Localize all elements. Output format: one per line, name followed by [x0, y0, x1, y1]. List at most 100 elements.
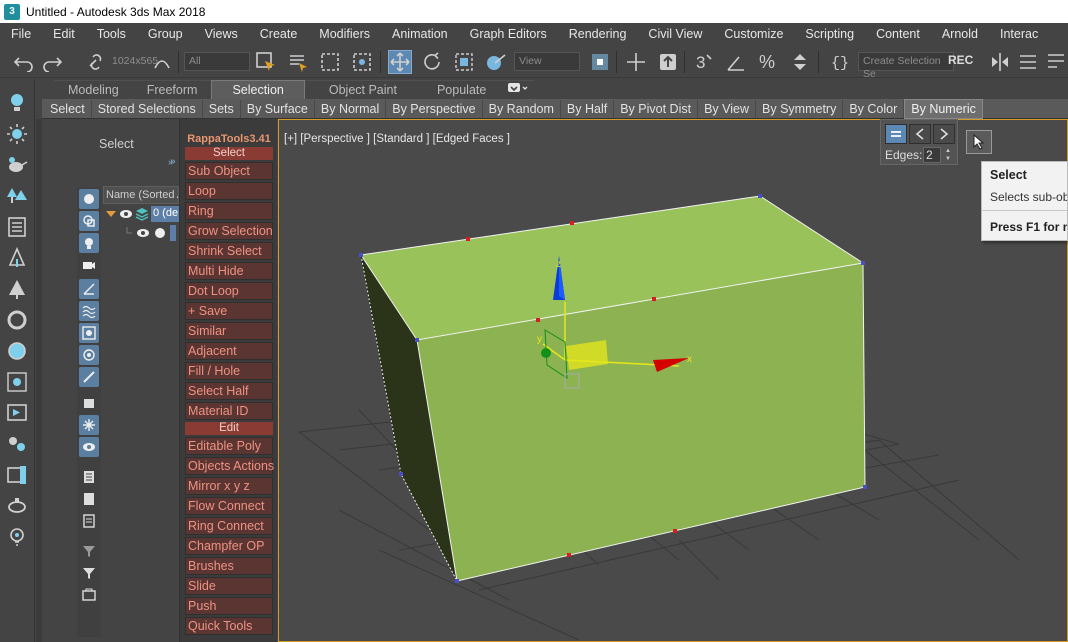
display-helpers-icon[interactable] — [79, 279, 99, 299]
multi-hide-button[interactable]: Multi Hide — [185, 262, 273, 280]
percent-snap-icon[interactable]: % — [756, 50, 780, 74]
subtab-by-symmetry[interactable]: By Symmetry — [756, 99, 844, 118]
shrink-select-button[interactable]: Shrink Select — [185, 242, 273, 260]
list-icon[interactable] — [5, 215, 29, 239]
tree-icon[interactable] — [5, 184, 29, 208]
layer-box-icon[interactable] — [79, 585, 99, 605]
funnel-filter-icon[interactable] — [79, 541, 99, 561]
subtab-by-half[interactable]: By Half — [561, 99, 615, 118]
rectangular-selection-icon[interactable] — [318, 50, 342, 74]
less-than-button[interactable] — [909, 124, 931, 144]
fill-hole-button[interactable]: Fill / Hole — [185, 362, 273, 380]
object-row[interactable] — [126, 225, 176, 241]
explorer-header-label[interactable]: Select — [99, 137, 134, 151]
subtab-by-color[interactable]: By Color — [843, 99, 905, 118]
placement-icon[interactable] — [484, 50, 508, 74]
subtab-by-perspective[interactable]: By Perspective — [386, 99, 483, 118]
tree-cone-icon[interactable] — [5, 246, 29, 270]
layer-name[interactable]: 0 (de — [151, 206, 179, 222]
display-space-warps-icon[interactable] — [79, 301, 99, 321]
menu-group[interactable]: Group — [137, 23, 194, 45]
reference-coordinate-dropdown[interactable]: View — [514, 52, 580, 71]
render-setup-icon[interactable] — [5, 463, 29, 487]
create-selection-set-dropdown[interactable]: Create Selection Se — [858, 52, 954, 80]
torus-icon[interactable] — [5, 308, 29, 332]
display-xrefs-icon[interactable] — [79, 345, 99, 365]
teapot-icon[interactable] — [5, 153, 29, 177]
select-scale-icon[interactable] — [452, 50, 476, 74]
edges-spinner[interactable]: ▲ ▼ — [943, 147, 953, 163]
sub-object-button[interactable]: Sub Object — [185, 162, 273, 180]
layer-row-0[interactable]: 0 (de — [103, 205, 179, 223]
pivot-point-center-icon[interactable] — [588, 50, 612, 74]
mirror-icon[interactable] — [988, 50, 1012, 74]
ring-connect-button[interactable]: Ring Connect — [185, 517, 273, 535]
light-icon[interactable] — [5, 525, 29, 549]
ring-button[interactable]: Ring — [185, 202, 273, 220]
menu-tools[interactable]: Tools — [86, 23, 137, 45]
name-column-header[interactable]: Name (Sorted A — [103, 186, 179, 204]
menu-graph-editors[interactable]: Graph Editors — [459, 23, 558, 45]
eye-icon[interactable] — [119, 208, 133, 220]
mirror-xyz-button[interactable]: Mirror x y z — [185, 477, 273, 495]
adjacent-button[interactable]: Adjacent — [185, 342, 273, 360]
subtab-by-surface[interactable]: By Surface — [241, 99, 315, 118]
subtab-select[interactable]: Select — [42, 99, 92, 118]
display-all-icon[interactable] — [79, 467, 99, 487]
tab-object-paint[interactable]: Object Paint — [304, 80, 421, 99]
link-icon[interactable] — [84, 50, 108, 74]
push-button[interactable]: Push — [185, 597, 273, 615]
objects-actions-button[interactable]: Objects Actions — [185, 457, 274, 475]
menu-views[interactable]: Views — [194, 23, 249, 45]
champfer-op-button[interactable]: Champfer OP — [185, 537, 273, 555]
sphere-icon[interactable] — [5, 339, 29, 363]
equal-button[interactable] — [885, 124, 907, 144]
bind-space-warp-icon[interactable] — [150, 50, 174, 74]
loop-button[interactable]: Loop — [185, 182, 273, 200]
object-name-selection[interactable] — [170, 225, 176, 241]
menu-civil-view[interactable]: Civil View — [637, 23, 713, 45]
edit-named-selection-icon[interactable]: {} — [828, 50, 852, 74]
edges-input[interactable]: 2 — [923, 147, 941, 163]
display-invert-icon[interactable] — [79, 511, 99, 531]
menu-content[interactable]: Content — [865, 23, 931, 45]
rec-label[interactable]: REC — [948, 53, 973, 67]
subtab-by-numeric[interactable]: By Numeric — [904, 98, 983, 119]
menu-animation[interactable]: Animation — [381, 23, 459, 45]
flow-connect-button[interactable]: Flow Connect — [185, 497, 273, 515]
display-cameras-icon[interactable] — [79, 255, 99, 275]
selection-filter-dropdown[interactable]: All — [184, 52, 250, 71]
spinner-snap-icon[interactable] — [788, 50, 812, 74]
tab-populate[interactable]: Populate — [420, 80, 503, 99]
filter-icon[interactable] — [79, 563, 99, 583]
keyboard-shortcut-override-icon[interactable] — [656, 50, 680, 74]
menu-modifiers[interactable]: Modifiers — [308, 23, 381, 45]
viewport-label[interactable]: [+] [Perspective ] [Standard ] [Edged Fa… — [284, 133, 510, 145]
gizmo-y-handle[interactable] — [541, 348, 551, 358]
menu-rendering[interactable]: Rendering — [558, 23, 638, 45]
panel-collapse-icon[interactable]: » — [168, 157, 173, 167]
menu-scripting[interactable]: Scripting — [794, 23, 865, 45]
render-frame-icon[interactable] — [5, 401, 29, 425]
layer-explorer-icon[interactable] — [1044, 50, 1068, 74]
display-shapes-icon[interactable] — [79, 211, 99, 231]
angle-snap-icon[interactable] — [724, 50, 748, 74]
display-hidden-icon[interactable] — [79, 437, 99, 457]
menu-arnold[interactable]: Arnold — [931, 23, 989, 45]
subtab-by-random[interactable]: By Random — [483, 99, 561, 118]
subtab-sets[interactable]: Sets — [203, 99, 241, 118]
plus-save-button[interactable]: + Save — [185, 302, 273, 320]
menu-edit[interactable]: Edit — [42, 23, 86, 45]
select-object-icon[interactable] — [254, 50, 278, 74]
select-button[interactable] — [966, 130, 992, 154]
editable-poly-button[interactable]: Editable Poly — [185, 437, 273, 455]
display-geometry-icon[interactable] — [79, 189, 99, 209]
teapot-render-icon[interactable] — [5, 494, 29, 518]
display-frozen-icon[interactable] — [79, 415, 99, 435]
material-id-button[interactable]: Material ID — [185, 402, 273, 420]
select-rotate-icon[interactable] — [420, 50, 444, 74]
redo-icon[interactable] — [40, 50, 64, 74]
brushes-button[interactable]: Brushes — [185, 557, 273, 575]
expand-arrow-icon[interactable] — [105, 208, 117, 220]
window-crossing-icon[interactable] — [350, 50, 374, 74]
